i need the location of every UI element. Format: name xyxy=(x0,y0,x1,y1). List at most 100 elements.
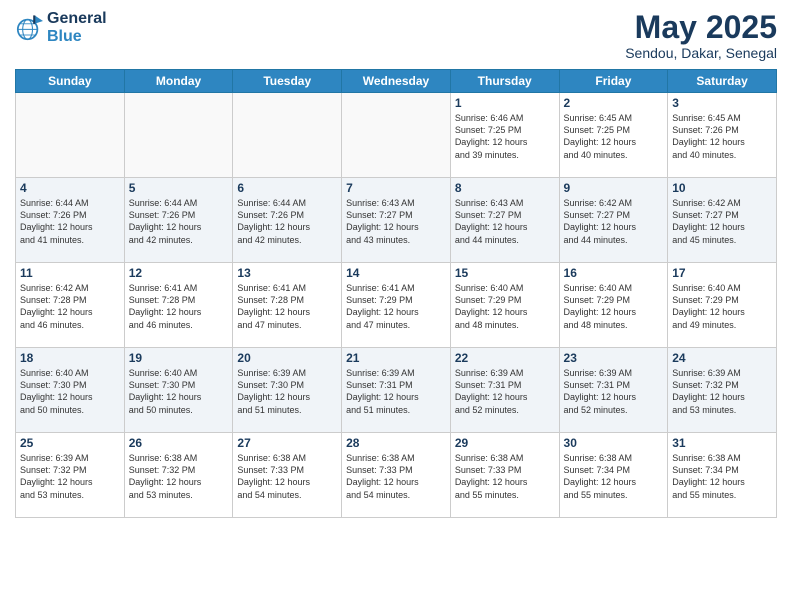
day-number: 28 xyxy=(346,436,446,450)
day-number: 20 xyxy=(237,351,337,365)
cell-info: Sunrise: 6:42 AMSunset: 7:27 PMDaylight:… xyxy=(672,197,772,246)
cell-info: Sunrise: 6:38 AMSunset: 7:34 PMDaylight:… xyxy=(564,452,664,501)
cal-cell: 5 Sunrise: 6:44 AMSunset: 7:26 PMDaylight… xyxy=(124,178,233,263)
day-number: 29 xyxy=(455,436,555,450)
cell-info: Sunrise: 6:45 AMSunset: 7:26 PMDaylight:… xyxy=(672,112,772,161)
day-number: 21 xyxy=(346,351,446,365)
cal-cell: 11 Sunrise: 6:42 AMSunset: 7:28 PMDayligh… xyxy=(16,263,125,348)
cell-info: Sunrise: 6:41 AMSunset: 7:28 PMDaylight:… xyxy=(237,282,337,331)
cal-cell: 17Sunrise: 6:40 AMSunset: 7:29 PMDayligh… xyxy=(668,263,777,348)
day-number: 13 xyxy=(237,266,337,280)
cell-info: Sunrise: 6:41 AMSunset: 7:29 PMDaylight:… xyxy=(346,282,446,331)
cell-info: Sunrise: 6:44 AMSunset: 7:26 PMDaylight:… xyxy=(237,197,337,246)
cell-info: Sunrise: 6:38 AMSunset: 7:33 PMDaylight:… xyxy=(237,452,337,501)
cal-cell: 19 Sunrise: 6:40 AMSunset: 7:30 PMDayligh… xyxy=(124,348,233,433)
cal-cell: 1 Sunrise: 6:46 AMSunset: 7:25 PMDaylight… xyxy=(450,93,559,178)
week-row-1: 1 Sunrise: 6:46 AMSunset: 7:25 PMDaylight… xyxy=(16,93,777,178)
cell-info: Sunrise: 6:45 AMSunset: 7:25 PMDaylight:… xyxy=(564,112,664,161)
cell-info: Sunrise: 6:40 AMSunset: 7:29 PMDaylight:… xyxy=(455,282,555,331)
day-number: 6 xyxy=(237,181,337,195)
cal-cell xyxy=(342,93,451,178)
cell-info: Sunrise: 6:43 AMSunset: 7:27 PMDaylight:… xyxy=(455,197,555,246)
cell-info: Sunrise: 6:38 AMSunset: 7:32 PMDaylight:… xyxy=(129,452,229,501)
day-number: 15 xyxy=(455,266,555,280)
cell-info: Sunrise: 6:40 AMSunset: 7:30 PMDaylight:… xyxy=(20,367,120,416)
cell-info: Sunrise: 6:39 AMSunset: 7:31 PMDaylight:… xyxy=(346,367,446,416)
cal-cell: 31 Sunrise: 6:38 AMSunset: 7:34 PMDayligh… xyxy=(668,433,777,518)
day-number: 4 xyxy=(20,181,120,195)
header: General Blue May 2025 Sendou, Dakar, Sen… xyxy=(15,10,777,61)
day-header-friday: Friday xyxy=(559,70,668,93)
day-header-monday: Monday xyxy=(124,70,233,93)
day-number: 30 xyxy=(564,436,664,450)
cal-cell: 2Sunrise: 6:45 AMSunset: 7:25 PMDaylight… xyxy=(559,93,668,178)
cell-info: Sunrise: 6:38 AMSunset: 7:34 PMDaylight:… xyxy=(672,452,772,501)
week-row-5: 25Sunrise: 6:39 AMSunset: 7:32 PMDayligh… xyxy=(16,433,777,518)
cell-info: Sunrise: 6:40 AMSunset: 7:30 PMDaylight:… xyxy=(129,367,229,416)
cal-cell: 6 Sunrise: 6:44 AMSunset: 7:26 PMDaylight… xyxy=(233,178,342,263)
day-number: 12 xyxy=(129,266,229,280)
cell-info: Sunrise: 6:39 AMSunset: 7:31 PMDaylight:… xyxy=(455,367,555,416)
logo-icon xyxy=(15,14,43,42)
cell-info: Sunrise: 6:42 AMSunset: 7:28 PMDaylight:… xyxy=(20,282,120,331)
day-header-tuesday: Tuesday xyxy=(233,70,342,93)
cal-cell: 12 Sunrise: 6:41 AMSunset: 7:28 PMDayligh… xyxy=(124,263,233,348)
cal-cell: 27Sunrise: 6:38 AMSunset: 7:33 PMDayligh… xyxy=(233,433,342,518)
day-number: 8 xyxy=(455,181,555,195)
cal-cell: 3 Sunrise: 6:45 AMSunset: 7:26 PMDaylight… xyxy=(668,93,777,178)
cell-info: Sunrise: 6:38 AMSunset: 7:33 PMDaylight:… xyxy=(455,452,555,501)
cal-cell xyxy=(16,93,125,178)
cal-cell: 8 Sunrise: 6:43 AMSunset: 7:27 PMDaylight… xyxy=(450,178,559,263)
cal-cell: 16 Sunrise: 6:40 AMSunset: 7:29 PMDayligh… xyxy=(559,263,668,348)
cell-info: Sunrise: 6:43 AMSunset: 7:27 PMDaylight:… xyxy=(346,197,446,246)
calendar-table: SundayMondayTuesdayWednesdayThursdayFrid… xyxy=(15,69,777,518)
day-number: 16 xyxy=(564,266,664,280)
cal-cell xyxy=(233,93,342,178)
day-number: 14 xyxy=(346,266,446,280)
day-number: 19 xyxy=(129,351,229,365)
cal-cell: 14 Sunrise: 6:41 AMSunset: 7:29 PMDayligh… xyxy=(342,263,451,348)
cell-info: Sunrise: 6:41 AMSunset: 7:28 PMDaylight:… xyxy=(129,282,229,331)
day-header-saturday: Saturday xyxy=(668,70,777,93)
day-number: 23 xyxy=(564,351,664,365)
day-header-sunday: Sunday xyxy=(16,70,125,93)
cal-cell xyxy=(124,93,233,178)
page: General Blue May 2025 Sendou, Dakar, Sen… xyxy=(0,0,792,612)
day-number: 7 xyxy=(346,181,446,195)
day-number: 31 xyxy=(672,436,772,450)
title-block: May 2025 Sendou, Dakar, Senegal xyxy=(625,10,777,61)
cell-info: Sunrise: 6:38 AMSunset: 7:33 PMDaylight:… xyxy=(346,452,446,501)
cell-info: Sunrise: 6:39 AMSunset: 7:32 PMDaylight:… xyxy=(20,452,120,501)
day-number: 24 xyxy=(672,351,772,365)
day-number: 9 xyxy=(564,181,664,195)
day-number: 22 xyxy=(455,351,555,365)
cell-info: Sunrise: 6:46 AMSunset: 7:25 PMDaylight:… xyxy=(455,112,555,161)
cal-cell: 20 Sunrise: 6:39 AMSunset: 7:30 PMDayligh… xyxy=(233,348,342,433)
day-number: 17 xyxy=(672,266,772,280)
location: Sendou, Dakar, Senegal xyxy=(625,45,777,61)
day-header-thursday: Thursday xyxy=(450,70,559,93)
cal-cell: 21 Sunrise: 6:39 AMSunset: 7:31 PMDayligh… xyxy=(342,348,451,433)
day-number: 1 xyxy=(455,96,555,110)
day-header-wednesday: Wednesday xyxy=(342,70,451,93)
cell-info: Sunrise: 6:39 AMSunset: 7:32 PMDaylight:… xyxy=(672,367,772,416)
month-title: May 2025 xyxy=(625,10,777,45)
cell-info: Sunrise: 6:42 AMSunset: 7:27 PMDaylight:… xyxy=(564,197,664,246)
cal-cell: 13 Sunrise: 6:41 AMSunset: 7:28 PMDayligh… xyxy=(233,263,342,348)
cal-cell: 15 Sunrise: 6:40 AMSunset: 7:29 PMDayligh… xyxy=(450,263,559,348)
cell-info: Sunrise: 6:39 AMSunset: 7:31 PMDaylight:… xyxy=(564,367,664,416)
cal-cell: 7 Sunrise: 6:43 AMSunset: 7:27 PMDaylight… xyxy=(342,178,451,263)
day-number: 11 xyxy=(20,266,120,280)
day-number: 3 xyxy=(672,96,772,110)
cell-info: Sunrise: 6:39 AMSunset: 7:30 PMDaylight:… xyxy=(237,367,337,416)
week-row-4: 18Sunrise: 6:40 AMSunset: 7:30 PMDayligh… xyxy=(16,348,777,433)
day-number: 5 xyxy=(129,181,229,195)
cal-cell: 18Sunrise: 6:40 AMSunset: 7:30 PMDayligh… xyxy=(16,348,125,433)
cal-cell: 26 Sunrise: 6:38 AMSunset: 7:32 PMDayligh… xyxy=(124,433,233,518)
cal-cell: 22 Sunrise: 6:39 AMSunset: 7:31 PMDayligh… xyxy=(450,348,559,433)
cal-cell: 24 Sunrise: 6:39 AMSunset: 7:32 PMDayligh… xyxy=(668,348,777,433)
cell-info: Sunrise: 6:44 AMSunset: 7:26 PMDaylight:… xyxy=(129,197,229,246)
cal-cell: 10Sunrise: 6:42 AMSunset: 7:27 PMDayligh… xyxy=(668,178,777,263)
day-number: 26 xyxy=(129,436,229,450)
cell-info: Sunrise: 6:40 AMSunset: 7:29 PMDaylight:… xyxy=(564,282,664,331)
